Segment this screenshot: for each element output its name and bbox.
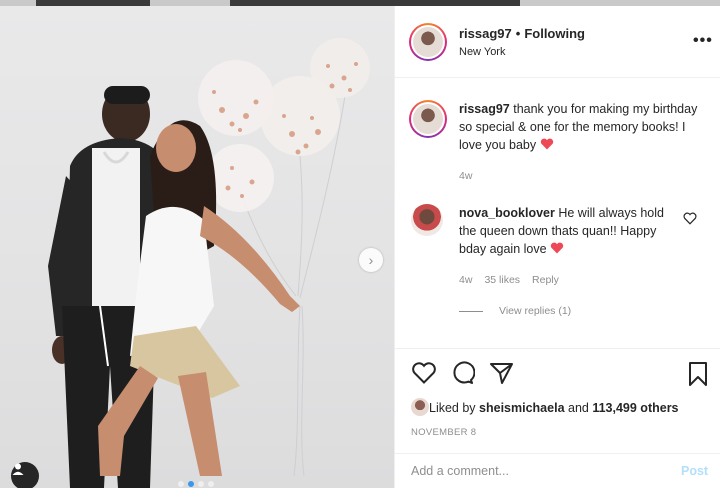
following-button[interactable]: Following bbox=[524, 26, 585, 41]
comment-icon[interactable] bbox=[449, 361, 475, 385]
comment-likes[interactable]: 35 likes bbox=[484, 274, 520, 286]
comment-form: Post bbox=[395, 453, 720, 488]
post-location[interactable]: New York bbox=[459, 46, 505, 58]
comment-age[interactable]: 4w bbox=[459, 274, 472, 286]
caption-avatar[interactable] bbox=[409, 100, 447, 138]
next-slide-button[interactable]: › bbox=[359, 248, 383, 272]
commenter-avatar[interactable] bbox=[411, 204, 443, 236]
red-heart-emoji-icon bbox=[550, 242, 564, 254]
heart-icon[interactable] bbox=[411, 361, 437, 385]
liker-avatar[interactable] bbox=[411, 398, 429, 416]
user-icon bbox=[12, 463, 24, 475]
balloons bbox=[198, 38, 370, 212]
likes-and-label: and bbox=[568, 401, 589, 415]
caption-username[interactable]: rissag97 bbox=[459, 102, 510, 116]
header-separator: • bbox=[515, 26, 521, 41]
bookmark-icon[interactable] bbox=[687, 361, 709, 387]
photo-illustration bbox=[48, 38, 370, 488]
comment-input[interactable] bbox=[411, 464, 661, 478]
comment-meta: 4w 35 likes Reply bbox=[459, 274, 559, 286]
liked-by-label: Liked by bbox=[429, 401, 476, 415]
likes-summary: Liked by sheismichaela and 113,499 other… bbox=[429, 401, 679, 415]
author-username[interactable]: rissag97 bbox=[459, 26, 512, 41]
carousel-dot bbox=[198, 481, 204, 487]
comment-username[interactable]: nova_booklover bbox=[459, 206, 555, 220]
comments-section: rissag97 thank you for making my birthda… bbox=[395, 78, 720, 348]
post-actions: Liked by sheismichaela and 113,499 other… bbox=[395, 348, 720, 488]
caption-age[interactable]: 4w bbox=[459, 170, 472, 182]
more-horizontal-icon[interactable]: ••• bbox=[693, 32, 713, 50]
carousel-indicator bbox=[178, 481, 214, 487]
carousel-dot bbox=[208, 481, 214, 487]
comment-reply-button[interactable]: Reply bbox=[532, 274, 559, 286]
replies-divider bbox=[459, 311, 483, 312]
comment: nova_booklover He will always hold the q… bbox=[459, 204, 673, 258]
carousel-dot bbox=[178, 481, 184, 487]
author-avatar[interactable] bbox=[409, 23, 447, 61]
like-comment-heart-icon[interactable] bbox=[683, 212, 697, 225]
carousel-dot bbox=[188, 481, 194, 487]
likes-count[interactable]: 113,499 others bbox=[592, 401, 678, 415]
red-heart-emoji-icon bbox=[540, 138, 553, 150]
tagged-users-button[interactable] bbox=[11, 462, 39, 488]
view-replies-button[interactable]: View replies (1) bbox=[499, 305, 571, 317]
post-comment-button[interactable]: Post bbox=[681, 464, 708, 478]
caption-meta: 4w bbox=[459, 170, 472, 182]
post-side-panel: rissag97 • Following New York ••• rissag97… bbox=[394, 6, 720, 488]
post-photo[interactable]: › bbox=[0, 6, 394, 488]
caption: rissag97 thank you for making my birthda… bbox=[459, 100, 705, 154]
share-icon[interactable] bbox=[489, 361, 515, 385]
liker-username[interactable]: sheismichaela bbox=[479, 401, 564, 415]
view-replies-row: View replies (1) bbox=[499, 305, 571, 317]
post-header: rissag97 • Following New York ••• bbox=[395, 6, 720, 78]
chevron-right-icon: › bbox=[368, 252, 374, 268]
post-date[interactable]: NOVEMBER 8 bbox=[411, 427, 476, 438]
